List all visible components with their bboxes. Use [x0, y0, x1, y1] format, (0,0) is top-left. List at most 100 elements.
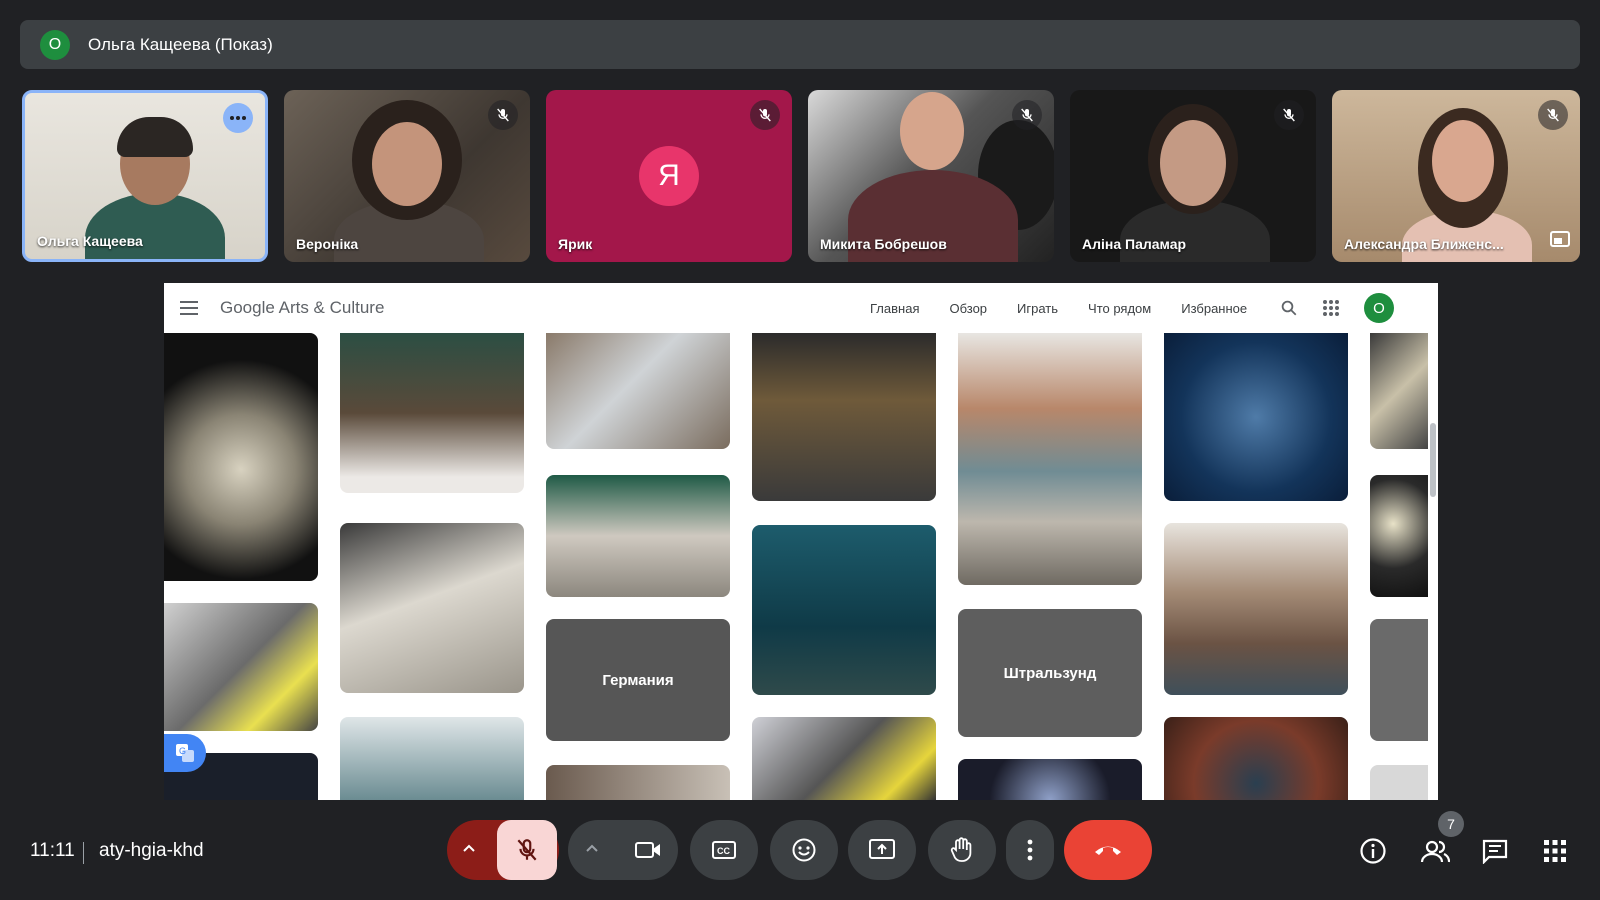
- people-button[interactable]: [1418, 834, 1452, 868]
- more-options-menu-button[interactable]: [1006, 820, 1054, 880]
- asset-card-harbor[interactable]: [1164, 523, 1348, 695]
- asset-card-shark[interactable]: [1164, 333, 1348, 501]
- chevron-up-icon: [586, 844, 598, 852]
- nav-link-play[interactable]: Играть: [1017, 301, 1058, 316]
- asset-card-edge-1[interactable]: [1370, 333, 1428, 449]
- participant-name: Вероніка: [296, 236, 359, 252]
- asset-card-aquarium[interactable]: [752, 525, 936, 695]
- person-head: [1160, 120, 1226, 206]
- participant-strip: Ольга Кащеева Вероніка Я Ярик Микита Боб…: [22, 90, 1580, 262]
- asset-card-arch[interactable]: [1164, 717, 1348, 800]
- present-button[interactable]: [848, 820, 916, 880]
- mic-off-indicator: [1012, 100, 1042, 130]
- site-logo[interactable]: Google Arts & Culture: [220, 298, 384, 318]
- participant-name: Ярик: [558, 236, 593, 252]
- chat-button[interactable]: [1478, 834, 1512, 868]
- asset-card-stralsund[interactable]: Штральзунд: [958, 609, 1142, 737]
- mic-off-icon: [759, 108, 771, 122]
- meeting-code: aty-hgia-khd: [99, 840, 204, 861]
- chat-icon: [1482, 839, 1508, 864]
- asset-card-globe[interactable]: [958, 759, 1142, 800]
- pip-icon: [1550, 231, 1570, 247]
- presenter-bar: O Ольга Кащеева (Показ): [20, 20, 1580, 69]
- svg-text:CC: CC: [717, 846, 730, 856]
- captions-button[interactable]: CC: [690, 820, 758, 880]
- meeting-details-button[interactable]: [1356, 834, 1390, 868]
- card-label: Германия: [602, 671, 674, 689]
- camera-icon: [635, 842, 660, 858]
- mic-toggle-button[interactable]: [497, 820, 557, 880]
- nav-link-favorites[interactable]: Избранное: [1181, 301, 1247, 316]
- mic-off-icon: [1547, 108, 1559, 122]
- asset-grid: Германия Штральзунд: [164, 333, 1438, 800]
- presenter-avatar: O: [40, 29, 70, 60]
- asset-card-boat[interactable]: [340, 523, 524, 693]
- more-options-button[interactable]: [223, 103, 253, 133]
- card-label: Штральзунд: [1003, 664, 1097, 682]
- participant-name: Ольга Кащеева: [37, 233, 143, 249]
- camera-options-button[interactable]: [584, 840, 600, 861]
- call-controls-bar: 11:11 aty-hgia-khd CC 7: [0, 810, 1600, 900]
- camera-toggle-button[interactable]: [618, 820, 678, 880]
- activities-button[interactable]: [1538, 834, 1572, 868]
- asset-card-partial[interactable]: [546, 765, 730, 800]
- account-avatar[interactable]: O: [1364, 293, 1394, 323]
- participant-name: Александра Ближенс...: [1344, 236, 1504, 252]
- person-head: [1432, 120, 1494, 202]
- mic-off-icon: [497, 108, 509, 122]
- participant-tile-veronika[interactable]: Вероніка: [284, 90, 530, 262]
- participant-avatar: Я: [639, 146, 699, 206]
- participant-tile-yaryk[interactable]: Я Ярик: [546, 90, 792, 262]
- asset-card-aerial[interactable]: [546, 333, 730, 449]
- person-head: [900, 92, 964, 170]
- mic-options-button[interactable]: [461, 840, 477, 861]
- participant-tile-alina[interactable]: Аліна Паламар: [1070, 90, 1316, 262]
- emoji-icon: [792, 838, 816, 862]
- more-icon: [230, 116, 246, 120]
- translate-button[interactable]: G: [164, 734, 206, 772]
- asset-card-edge-2[interactable]: [1370, 475, 1428, 597]
- asset-card-edge-4[interactable]: [1370, 765, 1428, 800]
- translate-icon: G: [176, 744, 194, 762]
- person-hair: [117, 117, 193, 157]
- mic-off-indicator: [488, 100, 518, 130]
- asset-card-bird[interactable]: [340, 717, 524, 800]
- asset-card-eagle[interactable]: [340, 333, 524, 493]
- raise-hand-icon: [950, 837, 972, 862]
- apps-icon[interactable]: [1322, 299, 1340, 317]
- mic-off-indicator: [750, 100, 780, 130]
- clock: 11:11: [30, 840, 75, 861]
- mic-off-icon: [1021, 108, 1033, 122]
- search-icon[interactable]: [1280, 299, 1298, 317]
- shared-screen: Google Arts & Culture Главная Обзор Игра…: [164, 283, 1438, 800]
- scrollbar[interactable]: [1428, 333, 1438, 800]
- nav-link-explore[interactable]: Обзор: [949, 301, 987, 316]
- asset-card-edge-3[interactable]: [1370, 619, 1428, 741]
- participant-tile-olga[interactable]: Ольга Кащеева: [22, 90, 268, 262]
- nav-link-nearby[interactable]: Что рядом: [1088, 301, 1151, 316]
- participant-name: Аліна Паламар: [1082, 236, 1187, 252]
- asset-card-penguins[interactable]: [958, 333, 1142, 585]
- asset-card-machine[interactable]: [164, 603, 318, 731]
- pip-button[interactable]: [1550, 231, 1570, 252]
- participant-tile-aleksandra[interactable]: Александра Ближенс...: [1332, 90, 1580, 262]
- site-header-icons: O: [1280, 283, 1394, 333]
- hamburger-icon[interactable]: [180, 301, 198, 315]
- asset-card-machine-2[interactable]: [752, 717, 936, 800]
- raise-hand-button[interactable]: [928, 820, 996, 880]
- mic-off-icon: [1283, 108, 1295, 122]
- asset-card-coral[interactable]: [164, 333, 318, 581]
- reactions-button[interactable]: [770, 820, 838, 880]
- leave-call-button[interactable]: [1064, 820, 1152, 880]
- more-vert-icon: [1027, 839, 1033, 861]
- participant-tile-mykyta[interactable]: Микита Бобрешов: [808, 90, 1054, 262]
- activities-icon: [1544, 840, 1566, 862]
- asset-card-museum[interactable]: [752, 333, 936, 501]
- presenter-label: Ольга Кащеева (Показ): [88, 34, 273, 54]
- scrollbar-thumb[interactable]: [1430, 423, 1436, 497]
- mic-off-icon: [517, 839, 537, 861]
- nav-link-home[interactable]: Главная: [870, 301, 919, 316]
- site-header: Google Arts & Culture Главная Обзор Игра…: [164, 283, 1438, 333]
- asset-card-seal[interactable]: [546, 475, 730, 597]
- asset-card-germany[interactable]: Германия: [546, 619, 730, 741]
